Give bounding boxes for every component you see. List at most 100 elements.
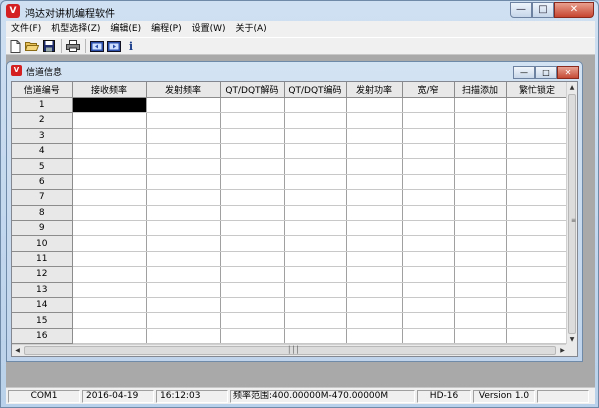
grid-cell[interactable] xyxy=(146,143,221,160)
grid-cell[interactable] xyxy=(454,205,507,222)
grid-cell[interactable] xyxy=(402,97,455,114)
grid-cell[interactable] xyxy=(346,128,403,145)
horizontal-scroll-thumb[interactable]: │││ xyxy=(24,346,556,355)
child-close-button[interactable]: ✕ xyxy=(557,66,579,79)
row-header[interactable]: 9 xyxy=(12,220,73,237)
grid-cell[interactable] xyxy=(220,205,285,222)
grid-cell[interactable] xyxy=(284,128,347,145)
grid-cell[interactable] xyxy=(220,282,285,298)
grid-cell[interactable] xyxy=(146,174,221,191)
grid-cell[interactable] xyxy=(220,143,285,160)
col-header-scan-add[interactable]: 扫描添加 xyxy=(454,82,507,98)
grid-cell[interactable] xyxy=(284,143,347,160)
row-header[interactable]: 7 xyxy=(12,189,73,206)
grid-cell[interactable] xyxy=(72,312,147,329)
row-header[interactable]: 8 xyxy=(12,205,73,222)
grid-cell[interactable] xyxy=(284,282,347,298)
grid-cell[interactable] xyxy=(402,266,455,283)
grid-cell[interactable] xyxy=(72,143,147,160)
grid-cell[interactable] xyxy=(506,282,569,298)
table-row[interactable]: 4 xyxy=(12,143,569,160)
grid-cell[interactable] xyxy=(284,205,347,222)
write-radio-icon[interactable] xyxy=(107,39,121,53)
grid-cell[interactable] xyxy=(220,220,285,237)
grid-cell[interactable] xyxy=(506,189,569,206)
grid-cell[interactable] xyxy=(72,266,147,283)
grid-cell[interactable] xyxy=(220,112,285,129)
grid-cell[interactable] xyxy=(220,297,285,314)
title-bar[interactable]: V 鸿达对讲机编程软件 — □ ✕ xyxy=(1,1,598,21)
grid-cell[interactable] xyxy=(506,328,569,345)
row-header[interactable]: 14 xyxy=(12,297,73,314)
table-row[interactable]: 5 xyxy=(12,158,569,175)
grid-cell[interactable] xyxy=(506,97,569,114)
grid-cell[interactable] xyxy=(146,112,221,129)
vertical-scrollbar[interactable]: ▲ ≡ ▼ xyxy=(566,82,577,345)
grid-cell[interactable] xyxy=(72,112,147,129)
grid-cell[interactable] xyxy=(284,220,347,237)
grid-cell[interactable] xyxy=(454,251,507,268)
grid-cell[interactable] xyxy=(220,251,285,268)
grid-cell[interactable] xyxy=(72,297,147,314)
grid-cell[interactable] xyxy=(220,189,285,206)
table-row[interactable]: 8 xyxy=(12,205,569,222)
grid-cell[interactable] xyxy=(72,251,147,268)
menu-settings[interactable]: 设置(W) xyxy=(187,21,231,37)
grid-cell[interactable] xyxy=(506,266,569,283)
table-row[interactable]: 7 xyxy=(12,189,569,206)
table-row[interactable]: 16 xyxy=(12,328,569,345)
grid-cell[interactable] xyxy=(346,143,403,160)
grid-cell[interactable] xyxy=(220,128,285,145)
grid-cell[interactable] xyxy=(402,312,455,329)
selected-cell[interactable] xyxy=(72,97,147,114)
row-header[interactable]: 6 xyxy=(12,174,73,191)
grid-cell[interactable] xyxy=(346,112,403,129)
table-row[interactable]: 2 xyxy=(12,112,569,129)
grid-cell[interactable] xyxy=(146,235,221,252)
grid-cell[interactable] xyxy=(284,189,347,206)
table-row[interactable]: 1 xyxy=(12,97,569,114)
col-header-tx-power[interactable]: 发射功率 xyxy=(346,82,403,98)
grid-cell[interactable] xyxy=(454,128,507,145)
row-header[interactable]: 11 xyxy=(12,251,73,268)
row-header[interactable]: 2 xyxy=(12,112,73,129)
grid-cell[interactable] xyxy=(402,143,455,160)
col-header-qt-encode[interactable]: QT/DQT编码 xyxy=(284,82,347,98)
grid-cell[interactable] xyxy=(146,97,221,114)
grid-cell[interactable] xyxy=(346,297,403,314)
new-file-icon[interactable] xyxy=(8,39,22,53)
grid-cell[interactable] xyxy=(146,251,221,268)
row-header[interactable]: 13 xyxy=(12,282,73,298)
row-header[interactable]: 3 xyxy=(12,128,73,145)
child-minimize-button[interactable]: — xyxy=(513,66,535,79)
grid-cell[interactable] xyxy=(346,312,403,329)
grid-cell[interactable] xyxy=(454,266,507,283)
grid-cell[interactable] xyxy=(220,328,285,345)
grid-cell[interactable] xyxy=(284,235,347,252)
grid-cell[interactable] xyxy=(454,282,507,298)
save-disk-icon[interactable] xyxy=(42,39,56,53)
grid-cell[interactable] xyxy=(402,205,455,222)
grid-cell[interactable] xyxy=(346,220,403,237)
grid-cell[interactable] xyxy=(346,97,403,114)
minimize-button[interactable]: — xyxy=(510,2,532,18)
grid-cell[interactable] xyxy=(454,235,507,252)
col-header-channel-no[interactable]: 信道编号 xyxy=(12,82,73,98)
col-header-qt-decode[interactable]: QT/DQT解码 xyxy=(220,82,285,98)
grid-cell[interactable] xyxy=(146,158,221,175)
grid-cell[interactable] xyxy=(72,220,147,237)
grid-cell[interactable] xyxy=(402,328,455,345)
table-row[interactable]: 14 xyxy=(12,297,569,314)
open-folder-icon[interactable] xyxy=(25,39,39,53)
grid-cell[interactable] xyxy=(506,220,569,237)
row-header[interactable]: 15 xyxy=(12,312,73,329)
info-icon[interactable]: i xyxy=(124,39,138,53)
grid-cell[interactable] xyxy=(346,251,403,268)
table-row[interactable]: 6 xyxy=(12,174,569,191)
grid-cell[interactable] xyxy=(402,297,455,314)
grid-cell[interactable] xyxy=(284,266,347,283)
grid-cell[interactable] xyxy=(284,328,347,345)
grid-cell[interactable] xyxy=(284,297,347,314)
grid-cell[interactable] xyxy=(454,158,507,175)
read-radio-icon[interactable] xyxy=(90,39,104,53)
